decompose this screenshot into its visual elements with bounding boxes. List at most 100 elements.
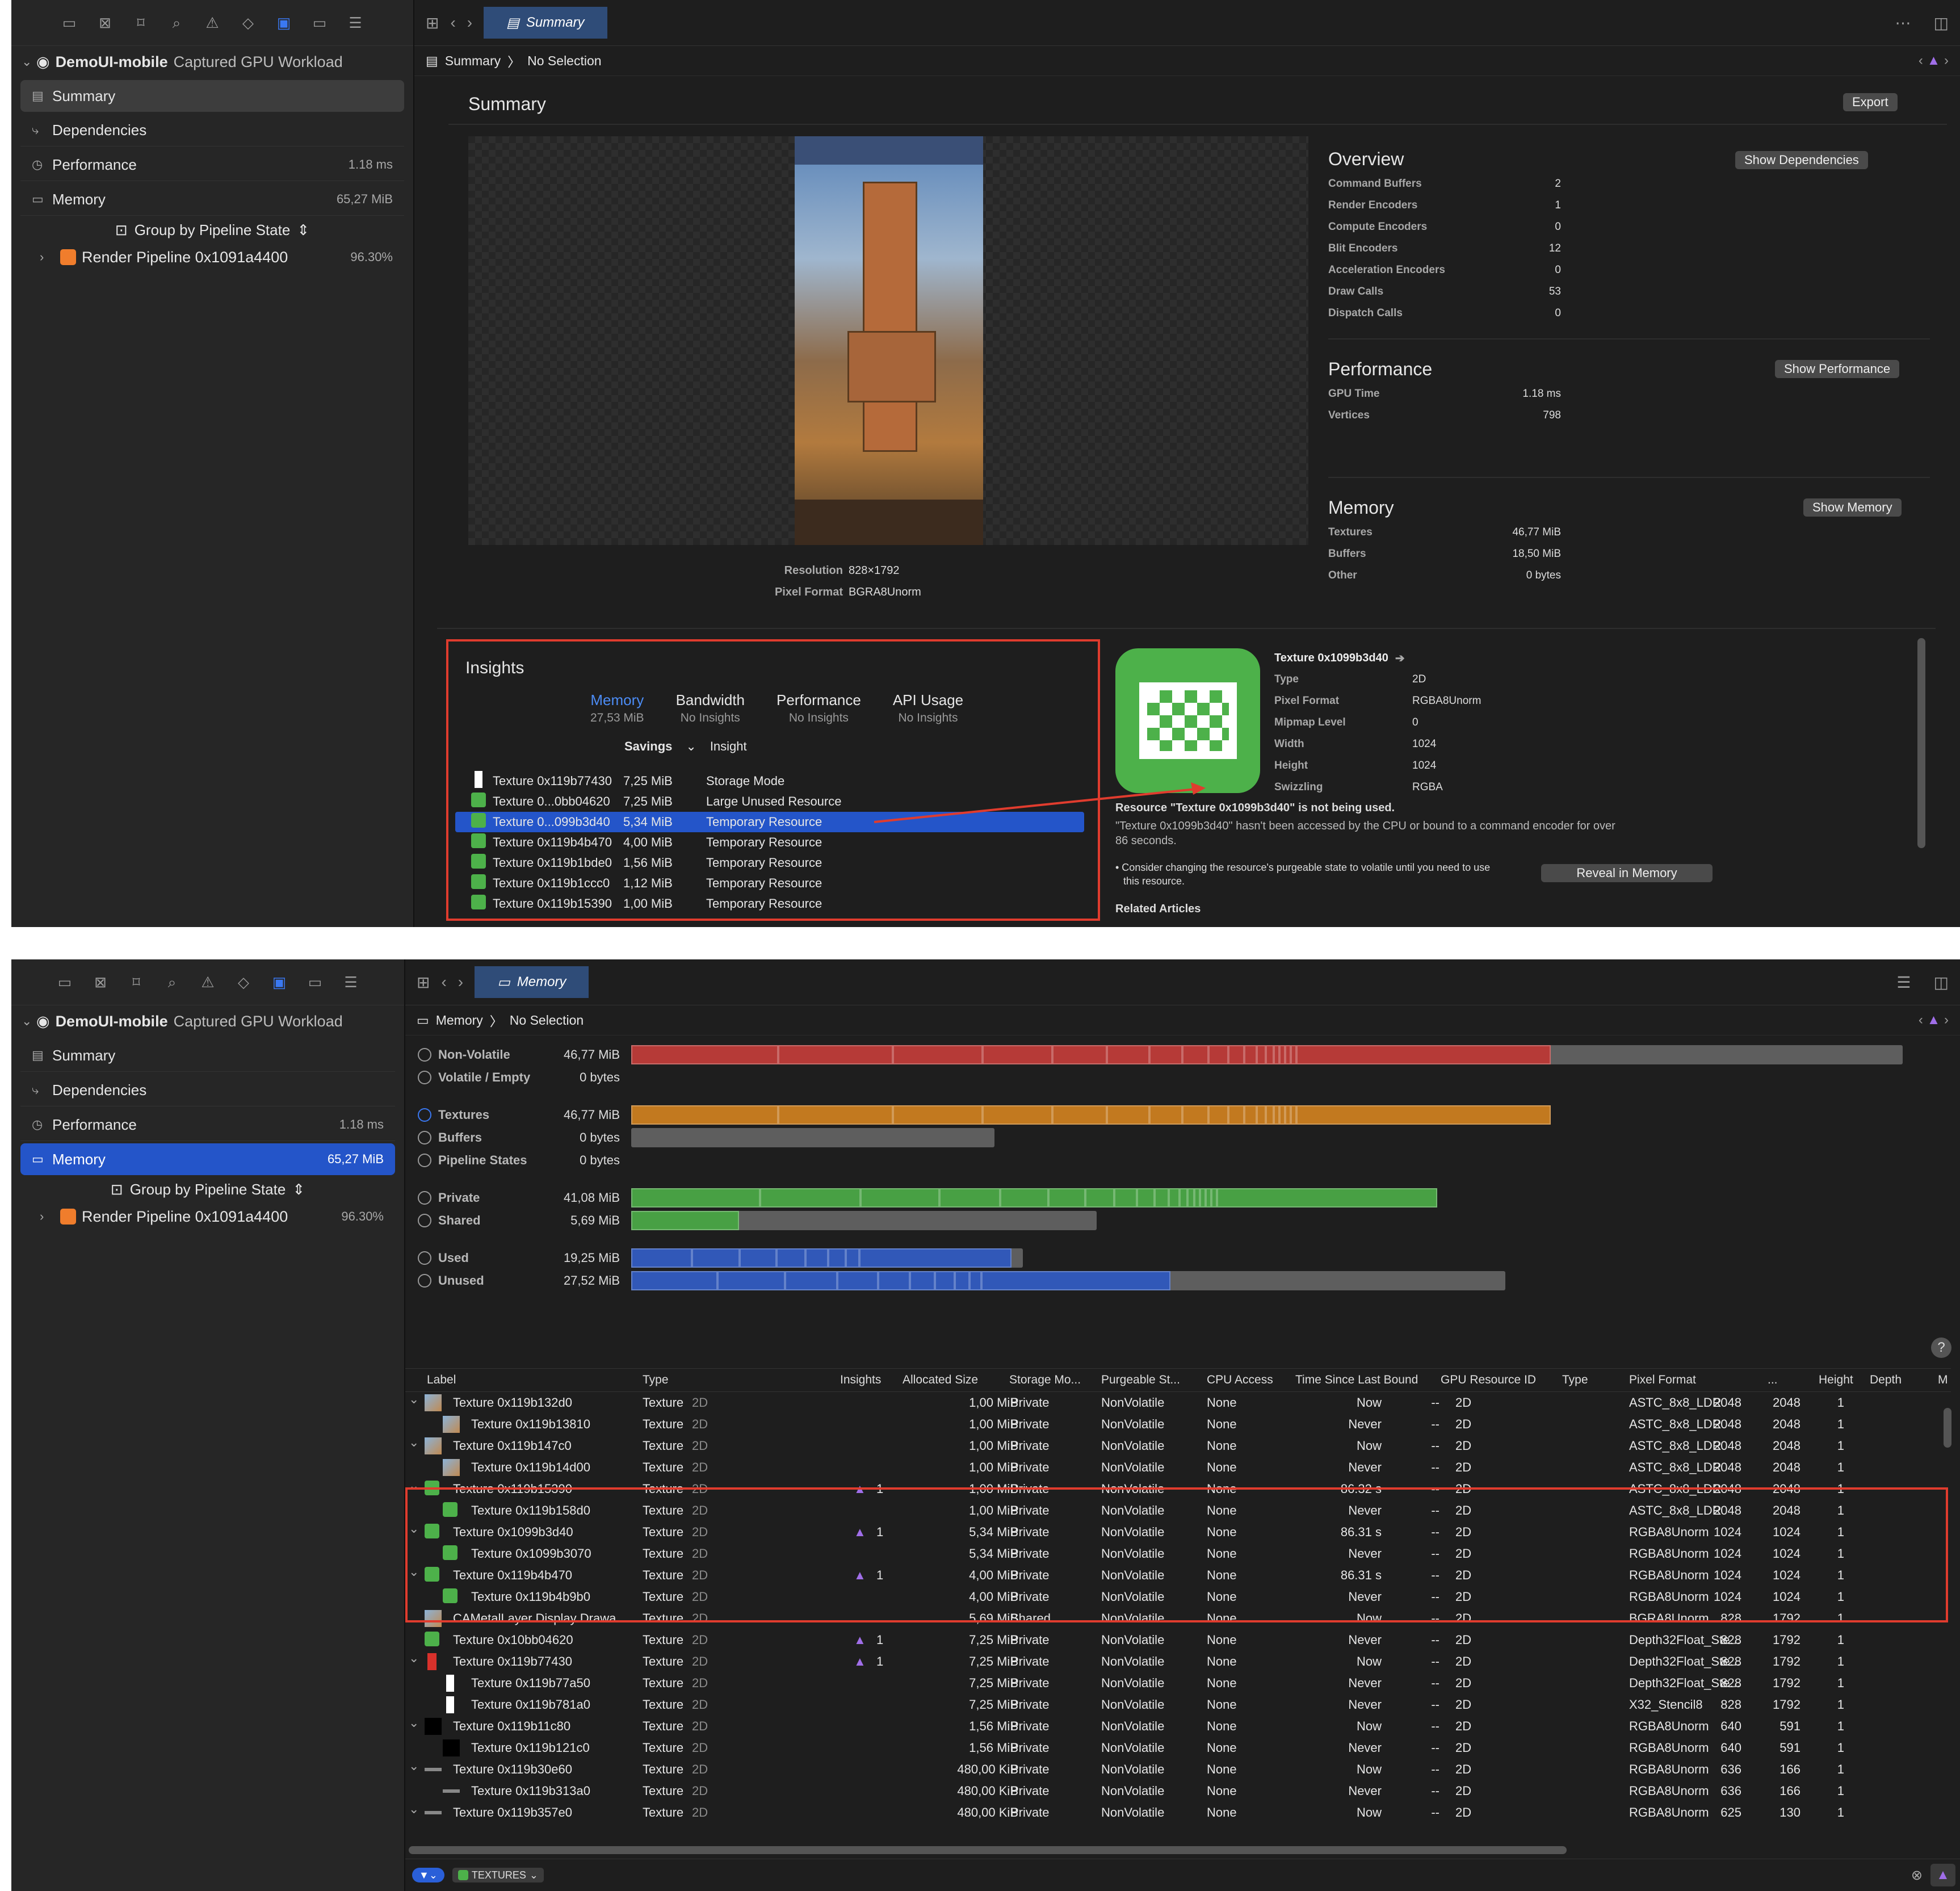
table-row[interactable]: Texture 0x119b121c0 Texture 1,56 MiB Privat… (405, 1737, 1951, 1759)
rectangle-icon[interactable]: ▭ (311, 14, 328, 31)
table-row[interactable]: Texture 0x119b13810 Texture 1,00 MiB Privat… (405, 1414, 1951, 1435)
memory-bar-row[interactable]: Unused 27,52 MiB (418, 1271, 627, 1291)
bar-segment[interactable] (1052, 1105, 1107, 1125)
memory-bar-row[interactable]: Shared 5,69 MiB (418, 1210, 627, 1231)
issue-navigator[interactable]: ‹ ▲ › (1919, 1012, 1949, 1028)
bar-segment[interactable] (1285, 1105, 1291, 1125)
split-editor-icon[interactable]: ◫ (1934, 973, 1949, 992)
memory-bar-row[interactable]: Buffers 0 bytes (418, 1127, 627, 1148)
column-savings[interactable]: Savings (624, 739, 672, 754)
tab-summary[interactable]: ▤ Summary (484, 7, 607, 39)
show-memory-button[interactable]: Show Memory (1803, 498, 1902, 517)
sidebar-item-performance[interactable]: ◷ Performance 1.18 ms (20, 149, 404, 181)
tab-memory[interactable]: ▭ Memory (475, 966, 589, 998)
export-button[interactable]: Export (1843, 93, 1898, 111)
chevron-down-icon[interactable]: ⌄ (409, 1759, 419, 1773)
gpu-icon[interactable]: ▣ (271, 974, 288, 991)
table-row[interactable]: ⌄ Texture 0x119b357e0 Texture 480,00 KiB Pri… (405, 1802, 1951, 1823)
memory-bar-row[interactable]: Volatile / Empty 0 bytes (418, 1067, 627, 1088)
filter-circle-icon[interactable] (418, 1131, 431, 1144)
bar-segment[interactable] (1290, 1045, 1296, 1064)
chevron-down-icon[interactable]: ⌄ (22, 54, 36, 69)
bar-segment[interactable] (1052, 1045, 1107, 1064)
bar-segment[interactable] (1244, 1105, 1257, 1125)
bar-segment[interactable] (631, 1271, 717, 1290)
bar-segment[interactable] (1228, 1045, 1244, 1064)
filter-circle-icon[interactable] (418, 1154, 431, 1167)
column-header[interactable]: Depth (1870, 1373, 1902, 1387)
go-icon[interactable]: ➔ (1395, 651, 1405, 665)
column-header[interactable]: GPU Resource ID (1441, 1373, 1536, 1387)
grid-icon[interactable]: ⊞ (426, 14, 439, 32)
bar-segment[interactable] (1256, 1045, 1266, 1064)
bar-segment[interactable] (837, 1271, 879, 1290)
chevron-right-icon[interactable]: › (40, 250, 54, 265)
bar-segment[interactable] (1296, 1045, 1551, 1064)
bar-segment[interactable] (631, 1188, 761, 1207)
bar-track[interactable] (631, 1128, 994, 1147)
sidebar-item-summary[interactable]: ▤ Summary (20, 1039, 395, 1072)
bar-segment[interactable] (878, 1271, 910, 1290)
column-header[interactable]: Height (1819, 1373, 1853, 1387)
filter-circle-icon[interactable] (418, 1251, 431, 1265)
help-button[interactable]: ? (1931, 1337, 1951, 1358)
table-row[interactable]: Texture 0x119b77a50 Texture 7,25 MiB Privat… (405, 1672, 1951, 1694)
filter-circle-icon[interactable] (418, 1274, 431, 1288)
bar-segment[interactable] (692, 1248, 740, 1268)
bar-segment[interactable] (845, 1248, 859, 1268)
table-row[interactable]: Texture 0x119b313a0 Texture 480,00 KiB Priv… (405, 1780, 1951, 1802)
clear-filter-icon[interactable]: ⊗ (1911, 1867, 1923, 1884)
bar-segment[interactable] (1290, 1105, 1296, 1125)
memory-bar-row[interactable]: Pipeline States 0 bytes (418, 1150, 627, 1171)
workload-root[interactable]: ⌄ ◉ DemoUI-mobile Captured GPU Workload (11, 1005, 404, 1037)
bar-segment[interactable] (981, 1271, 1170, 1290)
bar-segment[interactable] (969, 1271, 982, 1290)
forward-icon[interactable]: › (458, 973, 463, 992)
table-row[interactable]: Texture 0x10bb04620 Texture 7,25 MiB Privat… (405, 1629, 1951, 1651)
sidebar-item-memory[interactable]: ▭ Memory 65,27 MiB (20, 183, 404, 216)
bar-segment[interactable] (631, 1248, 692, 1268)
vertical-scrollbar[interactable] (1944, 1408, 1951, 1448)
insight-row[interactable]: Texture 0x119b15390 1,00 MiB Temporary Res… (448, 894, 1096, 914)
issues-filter-button[interactable]: ▲ (1930, 1864, 1955, 1886)
bar-segment[interactable] (1155, 1188, 1169, 1207)
bar-segment[interactable] (1279, 1105, 1285, 1125)
bar-segment[interactable] (784, 1271, 838, 1290)
bar-segment[interactable] (778, 1045, 893, 1064)
bar-segment[interactable] (1266, 1045, 1274, 1064)
frame-preview[interactable] (468, 136, 1308, 545)
bar-segment[interactable] (1244, 1045, 1257, 1064)
reveal-in-memory-button[interactable]: Reveal in Memory (1541, 864, 1713, 882)
x-square-icon[interactable]: ⊠ (92, 974, 109, 991)
warning-icon[interactable]: ⚠ (199, 974, 216, 991)
column-header[interactable]: ... (1768, 1373, 1778, 1387)
bar-segment[interactable] (1208, 1105, 1229, 1125)
bar-segment[interactable] (983, 1105, 1053, 1125)
chevron-right-icon[interactable]: › (40, 1209, 54, 1224)
bar-segment[interactable] (1285, 1045, 1291, 1064)
diamond-icon[interactable]: ◇ (235, 974, 252, 991)
sidebar-item-dependencies[interactable]: ⤷ Dependencies (20, 1074, 395, 1106)
render-pipeline-item[interactable]: › Render Pipeline 0x1091a4400 96.30% (11, 1204, 404, 1230)
render-pipeline-item[interactable]: › Render Pipeline 0x1091a4400 96.30% (11, 244, 413, 270)
list-icon[interactable]: ☰ (347, 14, 364, 31)
table-row[interactable]: Texture 0x119b14d00 Texture 1,00 MiB Privat… (405, 1457, 1951, 1478)
insight-row[interactable]: Texture 0x119b1bde0 1,56 MiB Temporary Res… (448, 853, 1096, 873)
bar-segment[interactable] (1168, 1188, 1180, 1207)
search-icon[interactable]: ⌕ (168, 14, 185, 31)
group-by-pipeline-state[interactable]: ⊡ Group by Pipeline State ⇕ (11, 1175, 404, 1204)
bar-segment[interactable] (828, 1248, 846, 1268)
sort-chevron-icon[interactable]: ⌄ (686, 739, 696, 754)
insight-row[interactable]: Texture 0...099b3d40 5,34 MiB Temporary Re… (455, 812, 1084, 832)
vertical-scrollbar[interactable] (1917, 638, 1925, 848)
column-header[interactable]: Purgeable St... (1101, 1373, 1180, 1387)
table-row[interactable]: ⌄ Texture 0x119b132d0 Texture 1,00 MiB Priva… (405, 1392, 1951, 1414)
chevron-down-icon[interactable]: ⌄ (409, 1435, 419, 1450)
chevron-down-icon[interactable]: ⌄ (22, 1014, 36, 1029)
warning-icon[interactable]: ⚠ (204, 14, 221, 31)
tab-memory[interactable]: Memory 27,53 MiB (590, 691, 644, 725)
show-dependencies-button[interactable]: Show Dependencies (1735, 151, 1868, 169)
bar-segment[interactable] (717, 1271, 785, 1290)
list-settings-icon[interactable]: ☰ (1896, 973, 1911, 992)
bar-segment[interactable] (1273, 1105, 1279, 1125)
